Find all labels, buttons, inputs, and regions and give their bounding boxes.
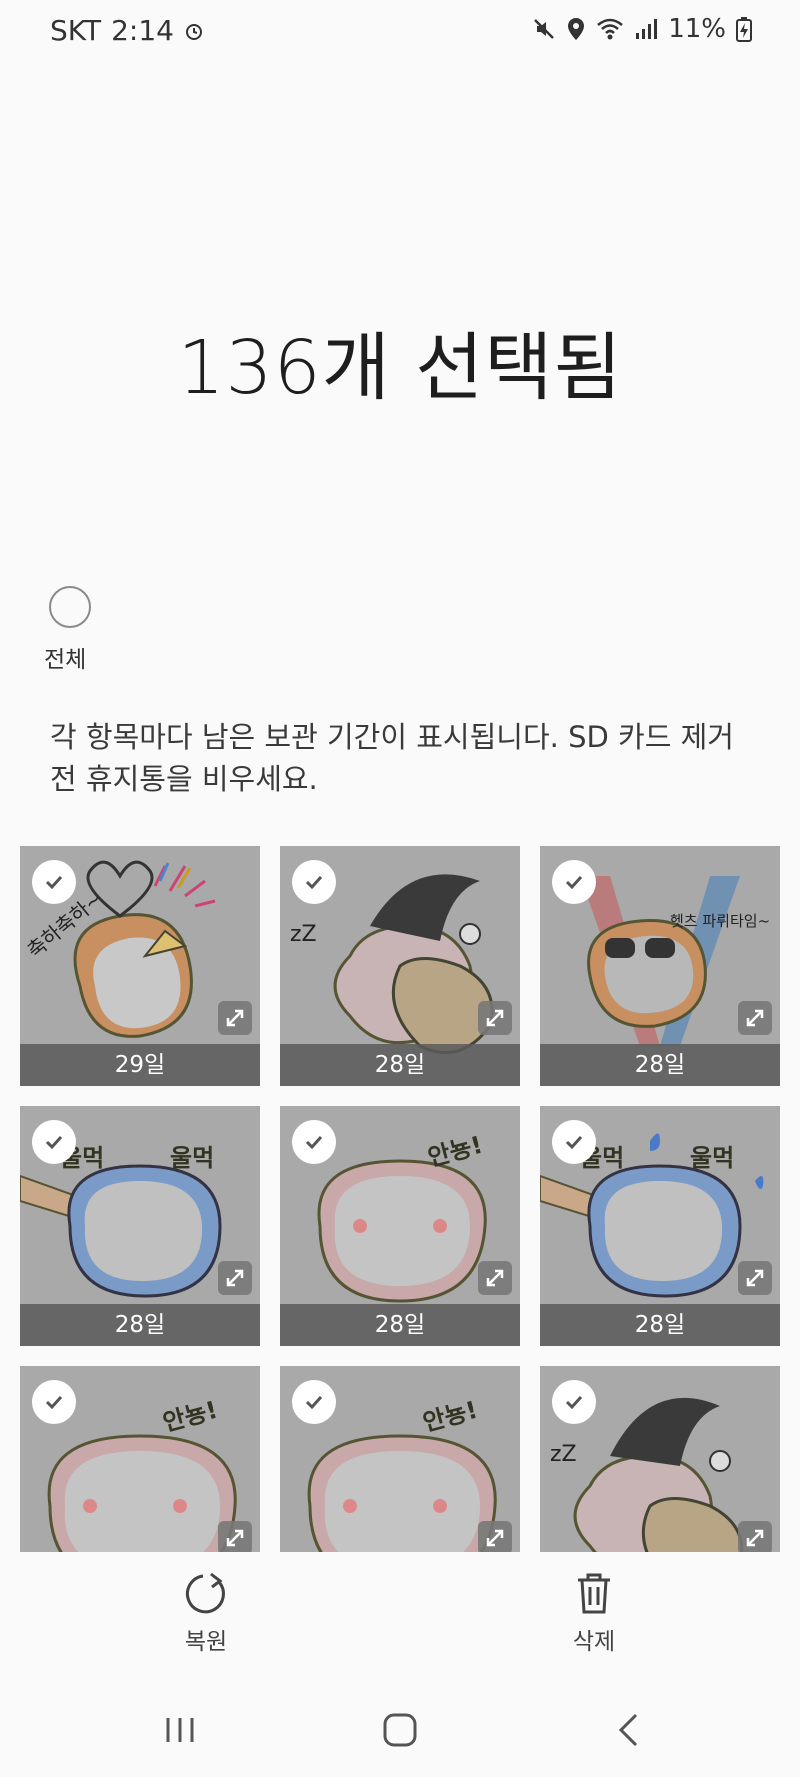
grid-item[interactable]: 안뇽! xyxy=(280,1366,520,1552)
grid-item[interactable]: zZ xyxy=(540,1366,780,1552)
expand-icon[interactable] xyxy=(738,1001,772,1035)
expand-icon[interactable] xyxy=(478,1001,512,1035)
delete-label: 삭제 xyxy=(572,1629,616,1655)
home-icon xyxy=(383,1713,417,1747)
selected-check-icon[interactable] xyxy=(292,1120,336,1164)
selected-check-icon[interactable] xyxy=(32,860,76,904)
home-button[interactable] xyxy=(370,1708,430,1752)
grid-item[interactable]: zZ 28일 xyxy=(280,846,520,1086)
carrier-label: SKT xyxy=(50,14,102,47)
days-remaining-label: 28일 xyxy=(540,1044,780,1086)
trash-notice: 각 항목마다 남은 보관 기간이 표시됩니다. SD 카드 제거 전 휴지통을 … xyxy=(50,720,734,796)
selected-check-icon[interactable] xyxy=(32,1120,76,1164)
sticker-text: 헷츠 파뤼타임~ xyxy=(670,912,770,930)
back-icon xyxy=(618,1713,638,1747)
grid-item[interactable]: 안뇽! 28일 xyxy=(280,1106,520,1346)
battery-percent: 11% xyxy=(668,14,726,44)
svg-text:zZ: zZ xyxy=(550,1442,577,1467)
expand-icon[interactable] xyxy=(218,1261,252,1295)
trash-icon xyxy=(578,1573,610,1614)
expand-icon[interactable] xyxy=(738,1521,772,1552)
days-remaining-label: 28일 xyxy=(20,1304,260,1346)
expand-icon[interactable] xyxy=(478,1261,512,1295)
expand-icon[interactable] xyxy=(218,1521,252,1552)
select-all-checkbox[interactable]: 전체 xyxy=(44,586,144,673)
signal-icon xyxy=(634,17,658,41)
recent-apps-button[interactable] xyxy=(150,1708,210,1752)
days-remaining-label: 29일 xyxy=(20,1044,260,1086)
restore-label: 복원 xyxy=(184,1629,228,1655)
grid-item[interactable]: 헷츠 파뤼타임~ 28일 xyxy=(540,846,780,1086)
sticker-text: 안뇽! xyxy=(160,1396,220,1437)
svg-text:zZ: zZ xyxy=(290,922,317,947)
svg-text:울먹: 울먹 xyxy=(690,1144,734,1172)
status-left: SKT 2:14 xyxy=(50,14,204,47)
selected-check-icon[interactable] xyxy=(32,1380,76,1424)
mute-icon xyxy=(532,17,556,41)
page-title: 136개 선택됨 xyxy=(177,325,623,411)
grid-item[interactable]: 울먹 울먹 28일 xyxy=(540,1106,780,1346)
delete-button[interactable]: 삭제 xyxy=(534,1570,654,1656)
location-icon xyxy=(566,17,586,41)
selected-check-icon[interactable] xyxy=(552,1120,596,1164)
selected-check-icon[interactable] xyxy=(552,860,596,904)
expand-icon[interactable] xyxy=(218,1001,252,1035)
wifi-icon xyxy=(596,17,624,41)
recent-apps-icon xyxy=(166,1718,194,1742)
select-all-circle[interactable] xyxy=(49,586,91,628)
selected-check-icon[interactable] xyxy=(292,1380,336,1424)
alarm-icon xyxy=(184,21,204,41)
grid-item[interactable]: 울먹 울먹 28일 xyxy=(20,1106,260,1346)
selected-check-icon[interactable] xyxy=(552,1380,596,1424)
status-right: 11% xyxy=(532,14,752,44)
back-button[interactable] xyxy=(598,1708,658,1752)
grid-item[interactable]: 축하축하~ 29일 xyxy=(20,846,260,1086)
grid-item[interactable]: 안뇽! xyxy=(20,1366,260,1552)
expand-icon[interactable] xyxy=(738,1261,772,1295)
action-bar: 복원 삭제 xyxy=(0,1552,800,1672)
expand-icon[interactable] xyxy=(478,1521,512,1552)
svg-text:울먹: 울먹 xyxy=(170,1144,214,1172)
selected-check-icon[interactable] xyxy=(292,860,336,904)
days-remaining-label: 28일 xyxy=(280,1044,520,1086)
days-remaining-label: 28일 xyxy=(280,1304,520,1346)
restore-icon xyxy=(185,1572,225,1614)
select-all-label: 전체 xyxy=(44,647,87,673)
trash-grid: 축하축하~ 29일 zZ 28일 헷츠 파뤼타임~ 28일 울먹 울먹 28일 … xyxy=(20,846,780,1552)
sticker-text: 안뇽! xyxy=(425,1131,485,1172)
restore-button[interactable]: 복원 xyxy=(146,1570,266,1656)
clock: 2:14 xyxy=(111,14,174,47)
battery-charging-icon xyxy=(736,16,752,42)
status-bar: SKT 2:14 11% xyxy=(0,0,800,66)
days-remaining-label: 28일 xyxy=(540,1304,780,1346)
system-nav-bar xyxy=(0,1680,800,1777)
sticker-text: 안뇽! xyxy=(420,1396,480,1437)
